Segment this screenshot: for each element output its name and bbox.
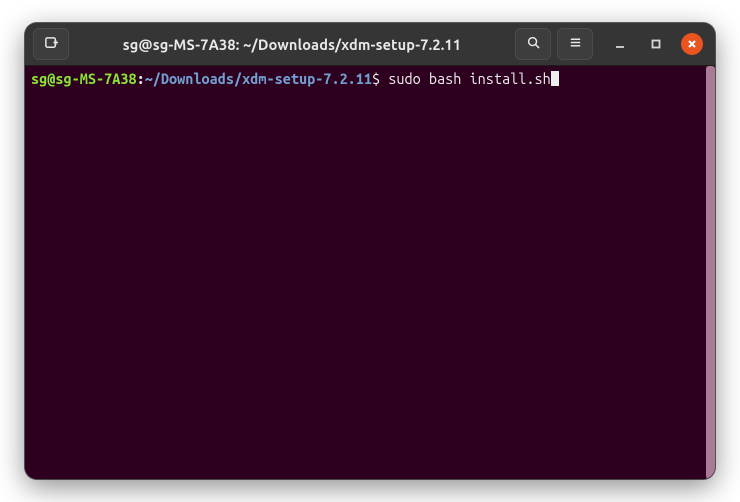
command-text: sudo bash install.sh: [380, 70, 551, 87]
scrollbar[interactable]: [706, 66, 715, 479]
prompt-symbol: $: [372, 70, 380, 87]
close-button[interactable]: [681, 33, 703, 55]
hamburger-menu-icon: [568, 35, 583, 54]
scrollbar-thumb[interactable]: [706, 66, 715, 479]
search-button[interactable]: [515, 28, 551, 60]
maximize-button[interactable]: [645, 33, 667, 55]
window-title: sg@sg-MS-7A38: ~/Downloads/xdm-setup-7.2…: [75, 36, 509, 53]
minimize-icon: [615, 35, 625, 53]
search-icon: [526, 35, 541, 54]
close-icon: [687, 35, 697, 53]
terminal-body[interactable]: sg@sg-MS-7A38:~/Downloads/xdm-setup-7.2.…: [25, 66, 715, 479]
terminal-line: sg@sg-MS-7A38:~/Downloads/xdm-setup-7.2.…: [31, 70, 709, 88]
new-tab-button[interactable]: [33, 28, 69, 60]
terminal-window: sg@sg-MS-7A38: ~/Downloads/xdm-setup-7.2…: [25, 23, 715, 479]
cursor: [551, 71, 559, 86]
prompt-user: sg@sg-MS-7A38: [31, 70, 137, 87]
new-tab-icon: [44, 35, 59, 54]
titlebar: sg@sg-MS-7A38: ~/Downloads/xdm-setup-7.2…: [25, 23, 715, 66]
prompt-separator: :: [137, 70, 145, 87]
window-controls: [599, 33, 707, 55]
minimize-button[interactable]: [609, 33, 631, 55]
menu-button[interactable]: [557, 28, 593, 60]
maximize-icon: [651, 35, 661, 53]
prompt-path: ~/Downloads/xdm-setup-7.2.11: [145, 70, 372, 87]
